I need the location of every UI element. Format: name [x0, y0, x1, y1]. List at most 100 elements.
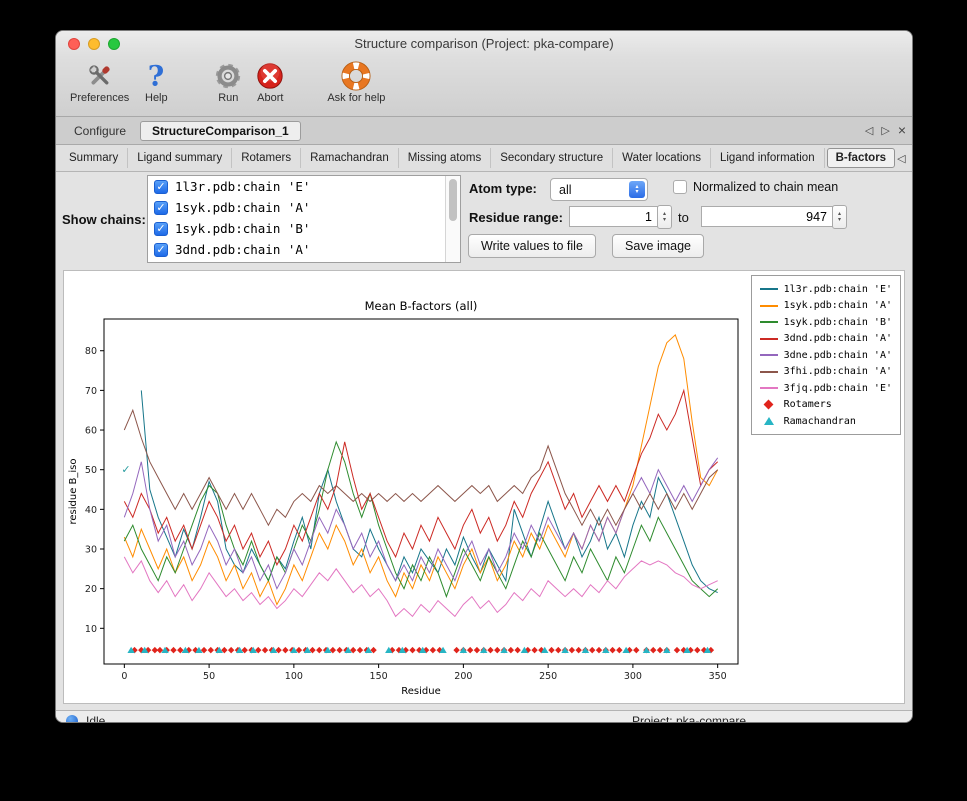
write-values-button[interactable]: Write values to file: [468, 234, 596, 258]
residue-from-input[interactable]: [569, 206, 658, 227]
toolbar-label: Run: [218, 92, 238, 104]
close-tab-icon[interactable]: ×: [898, 125, 906, 136]
legend-item: 3dnd.pdb:chain 'A': [758, 331, 892, 348]
legend-line-icon: [760, 371, 778, 373]
legend-label: Ramachandran: [784, 416, 856, 427]
x-tick-label: 200: [454, 671, 472, 682]
save-image-button[interactable]: Save image: [612, 234, 704, 258]
chain-checkbox[interactable]: ✓: [154, 201, 168, 215]
x-tick-label: 100: [285, 671, 303, 682]
legend-swatch: [758, 338, 780, 340]
prev-section-icon[interactable]: ◁: [897, 152, 905, 165]
chain-checkbox[interactable]: ✓: [154, 243, 168, 257]
status-text: Idle: [86, 714, 105, 723]
legend-line-icon: [760, 354, 778, 356]
residue-range-label: Residue range:: [469, 210, 563, 225]
chain-list-item[interactable]: ✓ 1syk.pdb:chain 'A': [148, 197, 460, 218]
chart-title: Mean B-factors (all): [365, 299, 478, 313]
atom-type-dropdown[interactable]: all ▴▾: [550, 178, 648, 201]
legend-label: 3dne.pdb:chain 'A': [784, 350, 892, 361]
legend-label: 3fhi.pdb:chain 'A': [784, 366, 892, 377]
chain-label: 3dnd.pdb:chain 'A': [175, 242, 310, 257]
tab-b-factors[interactable]: B-factors: [827, 148, 895, 168]
chain-list-item[interactable]: ✓ 1syk.pdb:chain 'B': [148, 218, 460, 239]
chain-list-item[interactable]: ✓ 3dnd.pdb:chain 'A': [148, 239, 460, 260]
stepper-down-icon[interactable]: ▾: [838, 217, 841, 223]
legend-label: 1l3r.pdb:chain 'E': [784, 284, 892, 295]
next-tab-icon[interactable]: ▷: [881, 124, 889, 137]
toolbar-label: Preferences: [70, 92, 129, 104]
normalized-label: Normalized to chain mean: [693, 180, 838, 194]
x-tick-label: 150: [370, 671, 388, 682]
residue-to-input[interactable]: [701, 206, 833, 227]
chain-label: 1syk.pdb:chain 'A': [175, 200, 310, 215]
chain-list[interactable]: ✓1l3r.pdb:chain 'E'✓1syk.pdb:chain 'A'✓1…: [147, 175, 461, 263]
abort-icon: [255, 61, 285, 91]
titlebar[interactable]: Structure comparison (Project: pka-compa…: [56, 31, 912, 57]
app-window: Structure comparison (Project: pka-compa…: [55, 30, 913, 723]
show-chains-label: Show chains:: [62, 212, 146, 227]
legend-item: 1l3r.pdb:chain 'E': [758, 281, 892, 298]
ask-for-help-button[interactable]: Ask for help: [321, 60, 391, 105]
tab-water-locations[interactable]: Water locations: [613, 148, 711, 168]
legend-swatch: [758, 401, 780, 408]
minimize-window-button[interactable]: [88, 38, 100, 50]
normalized-checkbox[interactable]: [673, 180, 687, 194]
controls-panel: Show chains: ✓1l3r.pdb:chain 'E'✓1syk.pd…: [56, 172, 912, 268]
legend-swatch: [758, 305, 780, 307]
toolbar-label: Ask for help: [327, 92, 385, 104]
legend-swatch: [758, 321, 780, 323]
chain-checkbox[interactable]: ✓: [154, 180, 168, 194]
svg-text:?: ?: [148, 61, 164, 91]
tab-missing-atoms[interactable]: Missing atoms: [399, 148, 492, 168]
residue-to-stepper[interactable]: ▴ ▾: [832, 205, 847, 229]
status-indicator-icon: [66, 715, 78, 723]
scrollbar-thumb[interactable]: [449, 179, 457, 221]
legend-line-icon: [760, 288, 778, 290]
chain-checkbox[interactable]: ✓: [154, 222, 168, 236]
tab-secondary-structure[interactable]: Secondary structure: [491, 148, 613, 168]
lifebuoy-icon: [341, 61, 371, 91]
abort-button[interactable]: Abort: [249, 60, 291, 105]
close-window-button[interactable]: [68, 38, 80, 50]
legend-line-icon: [760, 321, 778, 323]
legend-item: 3dne.pdb:chain 'A': [758, 347, 892, 364]
legend-item: 3fhi.pdb:chain 'A': [758, 364, 892, 381]
chain-list-item[interactable]: ✓1l3r.pdb:chain 'E': [148, 176, 460, 197]
stepper-down-icon[interactable]: ▾: [663, 217, 666, 223]
residue-from-stepper[interactable]: ▴ ▾: [657, 205, 672, 229]
toolbar-label: Abort: [257, 92, 283, 104]
triangle-icon: [764, 417, 774, 425]
tab-ramachandran[interactable]: Ramachandran: [301, 148, 399, 168]
legend-swatch: [758, 354, 780, 356]
project-label: Project: pka-compare: [632, 714, 746, 723]
y-axis-label: residue B_iso: [68, 458, 79, 524]
help-icon: ?: [141, 61, 171, 91]
legend-item: 1syk.pdb:chain 'A': [758, 298, 892, 315]
chart-legend: 1l3r.pdb:chain 'E' 1syk.pdb:chain 'A' 1syk…: [751, 275, 901, 435]
y-tick-label: 10: [85, 624, 97, 635]
prev-tab-icon[interactable]: ◁: [865, 124, 873, 137]
x-tick-label: 50: [203, 671, 215, 682]
help-button[interactable]: ? Help: [135, 60, 177, 105]
tab-ligand-information[interactable]: Ligand information: [711, 148, 825, 168]
main-tab-structurecomparison-1[interactable]: StructureComparison_1: [140, 121, 301, 141]
preferences-button[interactable]: Preferences: [64, 60, 135, 105]
section-tab-nav: ◁ ▷: [897, 152, 913, 165]
chain-label: 1syk.pdb:chain 'B': [175, 221, 310, 236]
legend-label: 1syk.pdb:chain 'B': [784, 317, 892, 328]
main-tab-configure[interactable]: Configure: [62, 121, 138, 141]
main-area: 0501001502002503003501020304050607080Mea…: [56, 268, 912, 710]
tab-ligand-summary[interactable]: Ligand summary: [128, 148, 232, 168]
tab-rotamers[interactable]: Rotamers: [232, 148, 301, 168]
zoom-window-button[interactable]: [108, 38, 120, 50]
normalized-option[interactable]: Normalized to chain mean: [673, 180, 838, 194]
run-button[interactable]: Run: [207, 60, 249, 105]
y-tick-label: 30: [85, 545, 97, 556]
legend-item: 1syk.pdb:chain 'B': [758, 314, 892, 331]
legend-line-icon: [760, 305, 778, 307]
legend-label: 3fjq.pdb:chain 'E': [784, 383, 892, 394]
chain-list-scrollbar[interactable]: [445, 176, 460, 262]
plot-panel: 0501001502002503003501020304050607080Mea…: [63, 270, 905, 704]
tab-summary[interactable]: Summary: [60, 148, 128, 168]
